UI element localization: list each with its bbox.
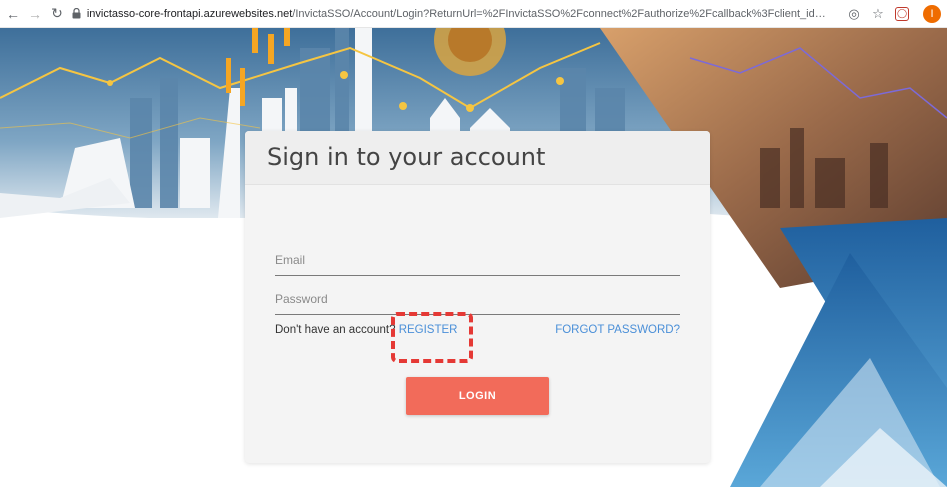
url-path: /InvictaSSO/Account/Login?ReturnUrl=%2FI… (292, 7, 835, 20)
url-host: invictasso-core-frontapi.azurewebsites.n… (86, 7, 293, 20)
forgot-password-link[interactable]: FORGOT PASSWORD? (555, 324, 680, 336)
address-bar[interactable]: invictasso-core-frontapi.azurewebsites.n… (72, 3, 835, 25)
location-icon[interactable]: ◎ (843, 3, 865, 25)
login-page: Sign in to your account Don't have an ac… (0, 28, 947, 487)
lock-icon (72, 8, 82, 20)
extension-badge: ◯ (895, 6, 909, 21)
star-icon[interactable]: ☆ (867, 3, 889, 25)
forward-arrow-icon[interactable]: → (24, 3, 46, 25)
password-input[interactable] (275, 288, 680, 315)
register-prompt: Don't have an account? (275, 324, 396, 336)
login-card: Sign in to your account Don't have an ac… (245, 131, 710, 463)
email-input[interactable] (275, 249, 680, 276)
register-link[interactable]: REGISTER (399, 324, 458, 336)
browser-toolbar: ← → ↻ invictasso-core-frontapi.azurewebs… (0, 0, 947, 28)
login-button[interactable]: LOGIN (406, 377, 549, 415)
url-text: invictasso-core-frontapi.azurewebsites.n… (87, 8, 835, 20)
reload-icon[interactable]: ↻ (46, 3, 68, 25)
card-header: Sign in to your account (245, 131, 710, 185)
register-highlight-annotation (391, 312, 473, 363)
back-arrow-icon[interactable]: ← (2, 3, 24, 25)
page-title: Sign in to your account (267, 143, 546, 171)
register-row: Don't have an account? REGISTER (275, 324, 457, 336)
profile-avatar[interactable]: I (923, 4, 941, 23)
extension-icon[interactable]: ◯ (891, 3, 913, 25)
